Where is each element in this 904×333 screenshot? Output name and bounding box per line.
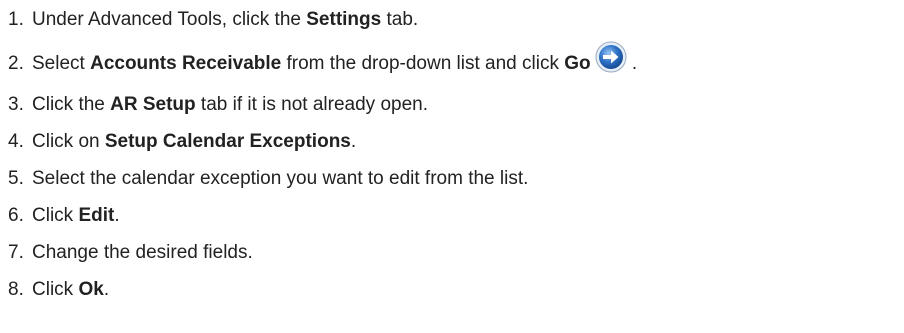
ui-term-ok: Ok xyxy=(78,279,104,300)
step-number: 1. xyxy=(8,9,24,30)
step-6: 6. Click Edit. xyxy=(8,199,120,233)
step-7: 7. Change the desired fields. xyxy=(8,236,253,270)
step-4: 4. Click on Setup Calendar Exceptions. xyxy=(8,125,356,159)
step-text: . xyxy=(626,53,638,74)
step-text: Click the xyxy=(32,94,111,115)
step-text: Click xyxy=(32,279,79,300)
ui-term-settings: Settings xyxy=(306,9,382,30)
step-2: 2. Select Accounts Receivable from the dr… xyxy=(8,41,638,81)
step-number: 8. xyxy=(8,279,24,300)
step-text: Click on xyxy=(32,131,105,152)
step-number: 5. xyxy=(8,168,24,189)
step-8: 8. Click Ok. xyxy=(8,273,109,307)
step-number: 3. xyxy=(8,94,24,115)
step-text: Change the desired fields. xyxy=(32,242,253,263)
step-number: 2. xyxy=(8,53,24,74)
step-text: . xyxy=(350,131,357,152)
ui-term-ar-setup: AR Setup xyxy=(110,94,196,115)
ui-term-edit: Edit xyxy=(78,205,115,226)
step-text: . xyxy=(103,279,110,300)
step-text: tab if it is not already open. xyxy=(195,94,429,115)
step-text: Under Advanced Tools, click the xyxy=(32,9,307,30)
step-3: 3. Click the AR Setup tab if it is not al… xyxy=(8,88,428,122)
ui-term-go: Go xyxy=(564,53,591,74)
step-text: from the drop-down list and click xyxy=(281,53,565,74)
step-number: 6. xyxy=(8,205,24,226)
step-text: . xyxy=(114,205,120,226)
step-text: Select the calendar exception you want t… xyxy=(32,168,529,189)
step-5: 5. Select the calendar exception you want… xyxy=(8,162,528,196)
step-text: tab. xyxy=(381,9,419,30)
step-text: Select xyxy=(32,53,91,74)
step-number: 4. xyxy=(8,131,24,152)
step-1: 1. Under Advanced Tools, click the Settin… xyxy=(8,3,418,37)
go-arrow-icon xyxy=(595,41,627,73)
ui-term-setup-calendar-exceptions: Setup Calendar Exceptions xyxy=(104,131,351,152)
instruction-steps: 1. Under Advanced Tools, click the Settin… xyxy=(0,0,904,333)
step-text: Click xyxy=(32,205,79,226)
step-number: 7. xyxy=(8,242,24,263)
ui-term-accounts-receivable: Accounts Receivable xyxy=(90,53,282,74)
